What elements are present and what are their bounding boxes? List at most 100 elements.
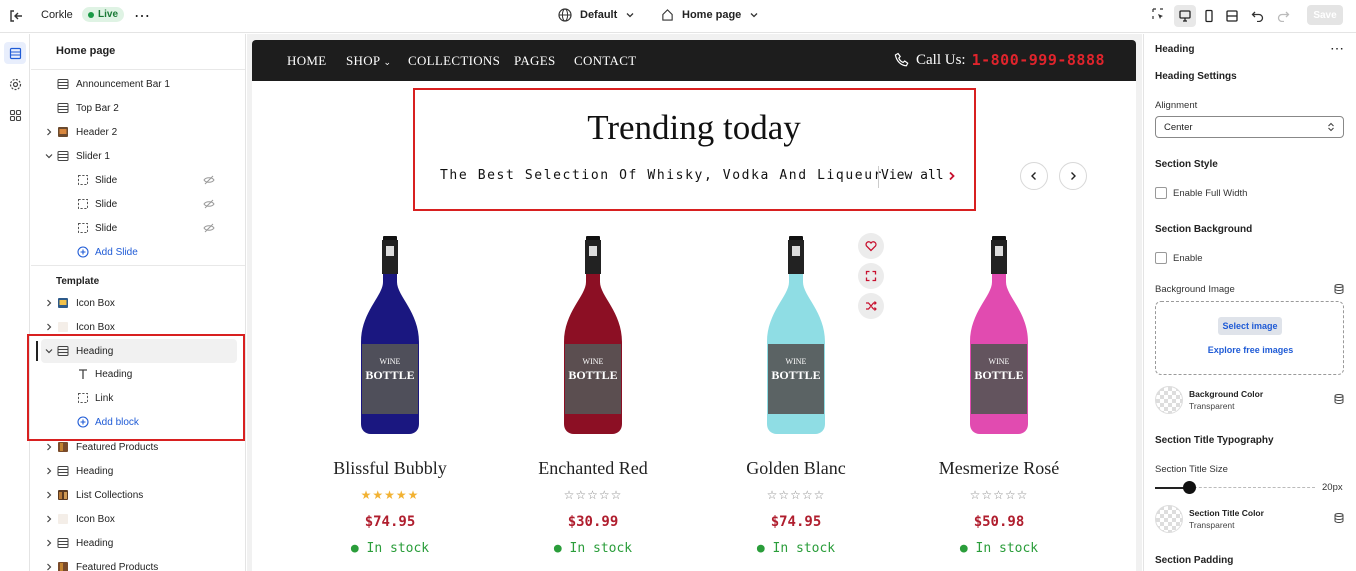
nav-pages[interactable]: PAGES [514, 53, 555, 69]
nav-collections[interactable]: COLLECTIONS [408, 53, 500, 69]
call-us[interactable]: Call Us: 1-800-999-8888 [894, 51, 1105, 69]
sidebar-item-label: Slide [95, 198, 118, 210]
sidebar-item-heading[interactable]: Heading [31, 532, 243, 554]
eye-off-icon[interactable] [202, 197, 216, 211]
more-icon[interactable]: ⋯ [1330, 40, 1344, 57]
chevron-right-icon[interactable] [44, 538, 54, 548]
sections-button[interactable] [4, 42, 26, 64]
product-name[interactable]: Enchanted Red [503, 458, 683, 479]
sidebar-item-icon-box[interactable]: Icon Box [31, 508, 243, 530]
gear-icon [9, 78, 21, 90]
product-card[interactable]: WINE BOTTLE Blissful Bubbly ★★★★★ $74.95 ● In… [300, 236, 480, 571]
desktop-view-button[interactable] [1174, 5, 1196, 27]
apps-button[interactable] [4, 104, 26, 126]
nav-shop-label: SHOP [346, 53, 380, 68]
next-button[interactable] [1059, 162, 1087, 190]
full-width-checkbox[interactable] [1155, 187, 1167, 199]
title-color-value: Transparent [1189, 520, 1235, 530]
store-name: Corkle [41, 9, 73, 21]
heading-settings-title: Heading Settings [1155, 71, 1237, 82]
sidebar-item-slide[interactable]: Slide [31, 193, 243, 215]
sidebar-item-slider[interactable]: Slider 1 [31, 145, 243, 167]
chevron-right-icon[interactable] [44, 514, 54, 524]
svg-text:BOTTLE: BOTTLE [974, 368, 1023, 382]
product-card[interactable]: WINE BOTTLE Enchanted Red ☆☆☆☆☆ $30.99 ● In s… [503, 236, 683, 571]
section-sidebar: Home page Announcement Bar 1 Top Bar 2 H… [31, 34, 246, 571]
sidebar-item-list-collections[interactable]: List Collections [31, 484, 243, 506]
section-icon [56, 77, 70, 91]
background-enable-checkbox[interactable] [1155, 252, 1167, 264]
product-image[interactable]: WINE BOTTLE [553, 236, 633, 436]
svg-text:WINE: WINE [380, 357, 401, 366]
svg-text:WINE: WINE [786, 357, 807, 366]
sidebar-item-top-bar[interactable]: Top Bar 2 [31, 97, 243, 119]
eye-off-icon[interactable] [202, 221, 216, 235]
inspector-icon[interactable] [1150, 6, 1166, 22]
theme-selector[interactable]: Default [558, 8, 635, 22]
select-image-button[interactable]: Select image [1218, 317, 1282, 335]
add-slide-button[interactable]: Add Slide [31, 241, 243, 263]
title-size-label: Section Title Size [1155, 464, 1228, 475]
database-icon[interactable] [1334, 394, 1344, 404]
product-image[interactable]: WINE BOTTLE [756, 236, 836, 436]
prev-button[interactable] [1020, 162, 1048, 190]
product-name[interactable]: Mesmerize Rosé [909, 458, 1089, 479]
sidebar-item-label: Heading [76, 465, 114, 477]
alignment-select[interactable]: Center [1155, 116, 1344, 138]
page-selector[interactable]: Home page [661, 8, 759, 21]
sidebar-item-label: Announcement Bar 1 [76, 78, 170, 90]
chevron-updown-icon [1328, 122, 1334, 132]
chevron-right-icon[interactable] [44, 298, 54, 308]
sidebar-item-heading[interactable]: Heading [31, 460, 243, 482]
section-style-title: Section Style [1155, 159, 1218, 170]
sidebar-item-icon-box[interactable]: Icon Box [31, 292, 243, 314]
sidebar-item-header[interactable]: Header 2 [31, 121, 243, 143]
chevron-right-icon[interactable] [44, 127, 54, 137]
product-name[interactable]: Golden Blanc [706, 458, 886, 479]
product-name[interactable]: Blissful Bubbly [300, 458, 480, 479]
product-image[interactable]: WINE BOTTLE [959, 236, 1039, 436]
chevron-right-icon[interactable] [44, 466, 54, 476]
sidebar-item-slide[interactable]: Slide [31, 169, 243, 191]
sidebar-item-announcement-bar[interactable]: Announcement Bar 1 [31, 73, 243, 95]
stock-label: In stock [975, 541, 1039, 556]
highlight-box [27, 334, 245, 441]
stock-label: In stock [366, 541, 430, 556]
save-button[interactable]: Save [1307, 5, 1343, 25]
title-size-slider[interactable] [1183, 481, 1196, 494]
mobile-icon [1205, 9, 1213, 23]
chevron-right-icon[interactable] [44, 490, 54, 500]
product-card[interactable]: WINE BOTTLE Golden Blanc ☆☆☆☆☆ $74.95 ● In st… [706, 236, 886, 571]
more-icon[interactable]: ⋯ [134, 6, 151, 26]
exit-icon[interactable] [8, 8, 24, 24]
database-icon[interactable] [1334, 284, 1344, 294]
sidebar-item-featured-products[interactable]: Featured Products [31, 556, 243, 571]
chevron-right-icon[interactable] [44, 562, 54, 571]
chevron-right-icon[interactable] [44, 442, 54, 452]
chevron-down-icon[interactable] [44, 151, 54, 161]
nav-shop[interactable]: SHOP ⌄ [346, 53, 391, 69]
desktop-icon [1179, 10, 1191, 22]
nav-home[interactable]: HOME [287, 53, 326, 69]
image-dropzone[interactable]: Select image Explore free images [1155, 301, 1344, 375]
chevron-left-icon [1031, 172, 1036, 180]
chevron-right-icon[interactable] [44, 322, 54, 332]
redo-icon[interactable] [1276, 8, 1290, 22]
explore-images-link[interactable]: Explore free images [1156, 345, 1345, 355]
bg-color-swatch[interactable] [1155, 386, 1183, 414]
eye-off-icon[interactable] [202, 173, 216, 187]
theme-settings-button[interactable] [4, 73, 26, 95]
svg-text:BOTTLE: BOTTLE [365, 368, 414, 382]
product-image[interactable]: WINE BOTTLE [350, 236, 430, 436]
sidebar-item-slide[interactable]: Slide [31, 217, 243, 239]
product-card[interactable]: WINE BOTTLE Mesmerize Rosé ☆☆☆☆☆ $50.98 ● In … [909, 236, 1089, 571]
fullscreen-view-button[interactable] [1221, 5, 1243, 27]
mobile-view-button[interactable] [1198, 5, 1220, 27]
heading-highlight-box [413, 88, 976, 211]
sidebar-item-label: List Collections [76, 489, 144, 501]
title-color-swatch[interactable] [1155, 505, 1183, 533]
sidebar-item-label: Featured Products [76, 441, 159, 453]
undo-icon[interactable] [1251, 8, 1265, 22]
database-icon[interactable] [1334, 513, 1344, 523]
nav-contact[interactable]: CONTACT [574, 53, 636, 69]
